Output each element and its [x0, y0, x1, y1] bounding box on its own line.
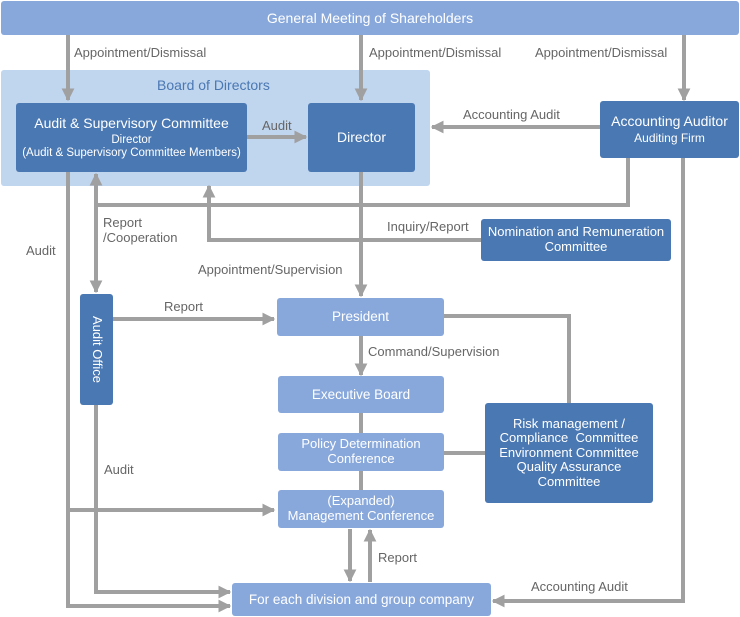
label-appointment-dismissal-1: Appointment/Dismissal — [74, 45, 207, 60]
risk-line1: Risk management / — [513, 415, 625, 431]
accounting-auditor-subtitle: Auditing Firm — [634, 131, 705, 146]
label-audit-office-audit: Audit — [104, 462, 134, 477]
nomination-line2: Committee — [544, 239, 608, 254]
label-report-office: Report — [164, 299, 204, 314]
management-line1: (Expanded) — [327, 493, 395, 509]
president-label: President — [331, 309, 390, 325]
policy-line1: Policy Determination — [301, 436, 421, 452]
divisions-label: For each division and group company — [248, 591, 475, 607]
shareholders-box[interactable]: General Meeting of Shareholders — [1, 1, 739, 35]
label-appointment-dismissal-2: Appointment/Dismissal — [369, 45, 502, 60]
management-conference-box[interactable]: (Expanded) Management Conference — [278, 490, 444, 528]
risk-line4: Quality Assurance — [516, 459, 622, 475]
audit-committee-line1: Director — [111, 133, 152, 146]
director-box[interactable]: Director — [308, 103, 415, 172]
label-report: Report — [103, 215, 143, 230]
risk-line2: Compliance Committee — [499, 430, 639, 446]
audit-office-box[interactable]: Audit Office — [80, 294, 113, 405]
label-audit-to-director: Audit — [262, 118, 292, 133]
risk-line3: Environment Committee — [499, 444, 639, 460]
label-command-supervision: Command/Supervision — [368, 344, 500, 359]
accounting-auditor-box[interactable]: Accounting Auditor Auditing Firm — [600, 101, 739, 158]
divisions-box[interactable]: For each division and group company — [232, 583, 491, 616]
label-appointment-supervision: Appointment/Supervision — [198, 262, 343, 277]
label-accounting-audit-top: Accounting Audit — [463, 107, 560, 122]
management-line2: Management Conference — [287, 508, 435, 523]
nomination-committee-box[interactable]: Nomination and Remuneration Committee — [481, 219, 671, 261]
edge-audit-office-divisions — [94, 405, 232, 599]
label-appointment-dismissal-3: Appointment/Dismissal — [535, 45, 668, 60]
nomination-line1: Nomination and Remuneration — [487, 224, 665, 240]
audit-committee-line2: (Audit & Supervisory Committee Members) — [22, 147, 241, 160]
governance-diagram: Board of Directors General Meeting of Sh… — [0, 0, 740, 617]
president-box[interactable]: President — [277, 298, 444, 336]
policy-conference-box[interactable]: Policy Determination Conference — [278, 433, 444, 471]
director-label: Director — [336, 129, 386, 146]
executive-board-label: Executive Board — [311, 386, 411, 402]
audit-committee-title: Audit & Supervisory Committee — [34, 114, 229, 131]
label-inquiry-report: Inquiry/Report — [387, 219, 469, 234]
policy-line2: Conference — [327, 451, 395, 466]
label-accounting-audit-bottom: Accounting Audit — [531, 579, 628, 594]
audit-office-label: Audit Office — [89, 316, 105, 383]
executive-board-box[interactable]: Executive Board — [278, 376, 444, 413]
audit-committee-box[interactable]: Audit & Supervisory Committee Director (… — [16, 103, 247, 172]
risk-line5: Committee — [537, 473, 601, 489]
label-report-bottom: Report — [378, 550, 418, 565]
risk-committees-box[interactable]: Risk management / Compliance Committee E… — [485, 403, 653, 503]
shareholders-label: General Meeting of Shareholders — [266, 9, 474, 26]
label-audit-left: Audit — [26, 243, 56, 258]
accounting-auditor-title: Accounting Auditor — [611, 113, 728, 130]
label-cooperation: /Cooperation — [103, 230, 178, 245]
